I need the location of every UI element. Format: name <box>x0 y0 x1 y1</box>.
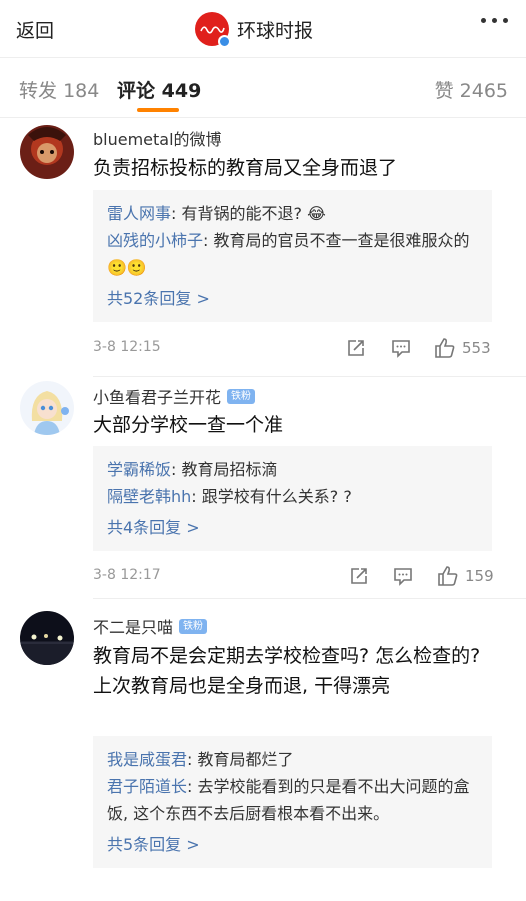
reply-username[interactable]: 我是咸蛋君 <box>107 750 187 769</box>
like-button[interactable]: 159 <box>437 565 494 587</box>
comment-icon[interactable] <box>392 565 414 587</box>
view-all-replies-link[interactable]: 共5条回复 > <box>107 831 478 858</box>
tab-reposts-label: 转发 <box>19 80 58 102</box>
tab-reposts-count: 184 <box>63 80 100 102</box>
comment-time: 3-8 12:17 <box>93 567 161 583</box>
tab-comments-count: 449 <box>161 80 202 102</box>
reply-username[interactable]: 学霸稀饭 <box>107 460 171 479</box>
tab-likes-label: 赞 <box>434 80 454 102</box>
comment-time: 3-8 12:15 <box>93 339 161 355</box>
verified-icon <box>218 35 231 48</box>
reply-preview-box[interactable]: 雷人网事: 有背锅的能不退? 😂 凶残的小柿子: 教育局的官员不查一查是很难服众… <box>93 190 492 322</box>
view-all-replies-link[interactable]: 共52条回复 > <box>107 285 478 312</box>
username-text: bluemetal的微博 <box>93 130 222 149</box>
fan-badge: 铁粉 <box>179 618 208 634</box>
tab-reposts[interactable]: 转发 184 <box>19 76 99 103</box>
avatar[interactable] <box>20 611 74 665</box>
logo-script-icon <box>200 26 225 34</box>
like-count: 159 <box>465 567 494 585</box>
active-tab-indicator <box>137 108 179 112</box>
reply-preview-box[interactable]: 我是咸蛋君: 教育局都烂了 君子陌道长: 去学校能看到的只是看不出大问题的盒饭,… <box>93 736 492 868</box>
tab-comments[interactable]: 评论 449 <box>117 76 201 103</box>
more-options-icon[interactable] <box>481 18 508 23</box>
back-button[interactable]: 返回 <box>16 16 54 43</box>
reply-text: : 教育局都烂了 <box>187 750 294 769</box>
top-bar: 返回 环球时报 <box>0 0 526 58</box>
fan-badge: 铁粉 <box>227 388 256 404</box>
reply-preview-box[interactable]: 学霸稀饭: 教育局招标滴 隔壁老韩hh: 跟学校有什么关系? ? 共4条回复 > <box>93 446 492 551</box>
thumbs-up-icon <box>435 338 455 358</box>
reply-text: : 教育局招标滴 <box>171 460 278 479</box>
reply-line: 学霸稀饭: 教育局招标滴 <box>107 456 478 483</box>
comment-text: 大部分学校一查一个准 <box>93 414 284 436</box>
tab-likes[interactable]: 赞 2465 <box>435 76 508 103</box>
like-button[interactable]: 553 <box>434 337 491 359</box>
comment-username[interactable]: 小鱼看君子兰开花 铁粉 <box>93 384 256 408</box>
tab-bar: 转发 184 评论 449 赞 2465 <box>0 58 526 118</box>
reply-line: 隔壁老韩hh: 跟学校有什么关系? ? <box>107 483 478 510</box>
tab-likes-count: 2465 <box>459 80 508 102</box>
account-header[interactable]: 环球时报 <box>195 12 314 48</box>
avatar[interactable] <box>20 381 74 435</box>
share-icon[interactable] <box>348 565 370 587</box>
comment-text: 负责招标投标的教育局又全身而退了 <box>93 157 398 179</box>
divider <box>93 376 526 377</box>
comment-icon[interactable] <box>390 337 412 359</box>
thumbs-up-icon <box>438 566 458 586</box>
reply-text: : 有背锅的能不退? 😂 <box>171 204 326 223</box>
view-all-replies-link[interactable]: 共4条回复 > <box>107 514 478 541</box>
comment-meta: 3-8 12:15 553 <box>93 337 493 359</box>
username-text: 小鱼看君子兰开花 <box>93 388 222 407</box>
like-count: 553 <box>462 339 491 357</box>
reply-line: 君子陌道长: 去学校能看到的只是看不出大问题的盒饭, 这个东西不去后厨看根本看不… <box>107 773 478 827</box>
reply-line: 凶残的小柿子: 教育局的官员不查一查是很难服众的🙂🙂 <box>107 227 478 281</box>
share-icon[interactable] <box>345 337 367 359</box>
account-name: 环球时报 <box>237 19 314 42</box>
tab-comments-label: 评论 <box>117 80 156 102</box>
reply-username[interactable]: 隔壁老韩hh <box>107 487 191 506</box>
reply-line: 我是咸蛋君: 教育局都烂了 <box>107 746 478 773</box>
comment-username[interactable]: bluemetal的微博 <box>93 126 222 150</box>
reply-line: 雷人网事: 有背锅的能不退? 😂 <box>107 200 478 227</box>
username-text: 不二是只喵 <box>93 618 174 637</box>
reply-username[interactable]: 君子陌道长 <box>107 777 187 796</box>
divider <box>93 598 526 599</box>
reply-username[interactable]: 雷人网事 <box>107 204 171 223</box>
comment-username[interactable]: 不二是只喵 铁粉 <box>93 614 208 638</box>
comment-meta: 3-8 12:17 159 <box>93 565 494 587</box>
reply-username[interactable]: 凶残的小柿子 <box>107 231 203 250</box>
reply-text: : 跟学校有什么关系? ? <box>191 487 352 506</box>
avatar[interactable] <box>20 125 74 179</box>
comment-text: 教育局不是会定期去学校检查吗? 怎么检查的? 上次教育局也是全身而退, 干得漂亮 <box>93 645 481 697</box>
account-logo <box>195 12 231 48</box>
